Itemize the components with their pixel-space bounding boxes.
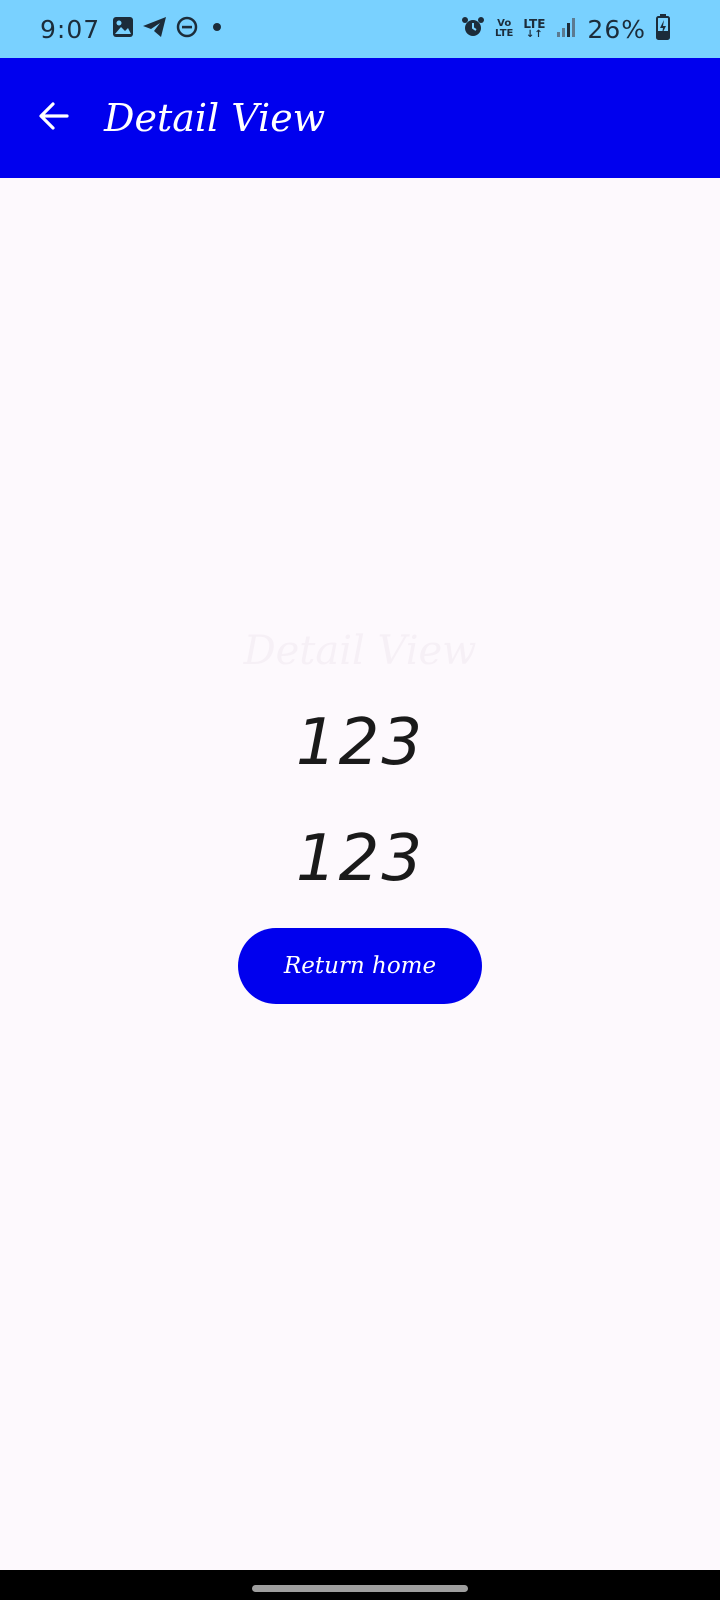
signal-icon	[555, 16, 577, 42]
value-text-1: 123	[295, 706, 425, 780]
notification-dot-icon	[206, 16, 228, 42]
ghost-title: Detail View	[243, 628, 477, 674]
page-title: Detail View	[104, 96, 326, 140]
volte-icon: Vo LTE	[495, 19, 513, 39]
arrow-left-icon	[37, 99, 71, 137]
dnd-icon	[176, 16, 198, 42]
lte-arrows: ↓↑	[526, 29, 543, 40]
navigation-bar	[0, 1570, 720, 1600]
gallery-icon	[112, 16, 134, 42]
battery-percent: 26%	[587, 14, 646, 44]
lte-indicator: LTE ↓↑	[523, 18, 545, 40]
return-home-button[interactable]: Return home	[238, 928, 482, 1004]
status-left: 9:07	[40, 0, 228, 58]
status-time: 9:07	[40, 14, 101, 44]
back-button[interactable]	[32, 96, 76, 140]
alarm-icon	[461, 15, 485, 43]
volte-bottom-label: LTE	[495, 28, 514, 39]
battery-charging-icon	[656, 14, 670, 44]
app-bar: Detail View	[0, 58, 720, 178]
content-area: Detail View 123 123 Return home	[0, 178, 720, 1570]
telegram-icon	[142, 16, 168, 42]
home-indicator[interactable]	[252, 1585, 468, 1592]
status-bar: 9:07 Vo LTE LTE ↓↑ 26%	[0, 0, 720, 58]
value-text-2: 123	[295, 822, 425, 896]
status-right: Vo LTE LTE ↓↑ 26%	[461, 0, 670, 58]
